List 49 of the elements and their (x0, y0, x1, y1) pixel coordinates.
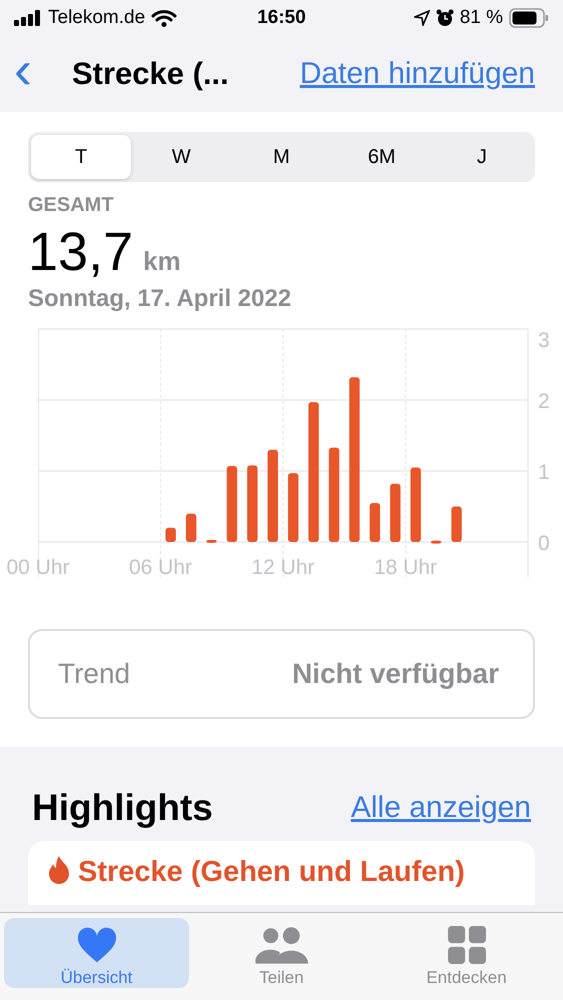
period-tab[interactable]: 6M (332, 135, 432, 179)
status-time: 16:50 (257, 7, 306, 29)
chart-bar (288, 473, 298, 542)
date-label: Sonntag, 17. April 2022 (28, 285, 292, 313)
add-data-link[interactable]: Daten hinzufügen (300, 57, 535, 91)
total-label: GESAMT (28, 194, 115, 217)
x-axis-label: 00 Uhr (6, 556, 70, 577)
trend-label: Trend (58, 658, 130, 690)
grid-icon (448, 926, 486, 964)
tab-bar-item[interactable]: Teilen (189, 918, 374, 988)
x-axis-label: 06 Uhr (128, 556, 192, 577)
chart-bar (206, 540, 217, 543)
y-axis-label: 3 (538, 329, 550, 352)
x-axis-label: 18 Uhr (374, 556, 438, 577)
people-icon (254, 926, 310, 964)
chart-bar (451, 506, 462, 542)
chart-bar (390, 484, 400, 542)
y-axis-label: 0 (538, 532, 550, 555)
heart-icon (76, 926, 118, 964)
battery-icon (509, 8, 550, 28)
period-tab[interactable]: M (231, 135, 332, 179)
chart-bar (166, 528, 176, 542)
unit-label: km (143, 246, 181, 277)
tab-bar-item[interactable]: Übersicht (4, 918, 189, 988)
y-axis-label: 1 (538, 461, 550, 484)
back-button[interactable]: ‹ (14, 43, 62, 105)
period-tab[interactable]: J (432, 135, 532, 179)
show-all-link[interactable]: Alle anzeigen (350, 791, 531, 825)
highlights-heading: Highlights (32, 787, 213, 829)
y-axis-label: 2 (538, 390, 550, 413)
chart-bar (430, 540, 442, 544)
battery-percent: 81 % (460, 7, 504, 29)
period-tab[interactable]: W (131, 135, 232, 179)
wifi-icon (151, 9, 178, 27)
location-arrow-icon (414, 10, 430, 26)
signal-icon (14, 10, 42, 26)
highlight-card[interactable]: Strecke (Gehen und Laufen) (28, 841, 535, 905)
flame-icon (48, 855, 70, 885)
total-value: 13,7 (28, 221, 134, 283)
trend-value: Nicht verfügbar (292, 658, 499, 690)
tab-bar-item[interactable]: Entdecken (374, 918, 559, 988)
x-axis-label: 12 Uhr (251, 556, 315, 577)
chart-bar (370, 502, 380, 542)
carrier-name: Telekom.de (48, 7, 146, 29)
chart-bar (186, 514, 196, 542)
highlight-title: Strecke (Gehen und Laufen) (78, 855, 465, 889)
page-title: Strecke (... (72, 56, 230, 92)
period-tab[interactable]: T (31, 135, 132, 179)
alarm-clock-icon (436, 9, 454, 27)
